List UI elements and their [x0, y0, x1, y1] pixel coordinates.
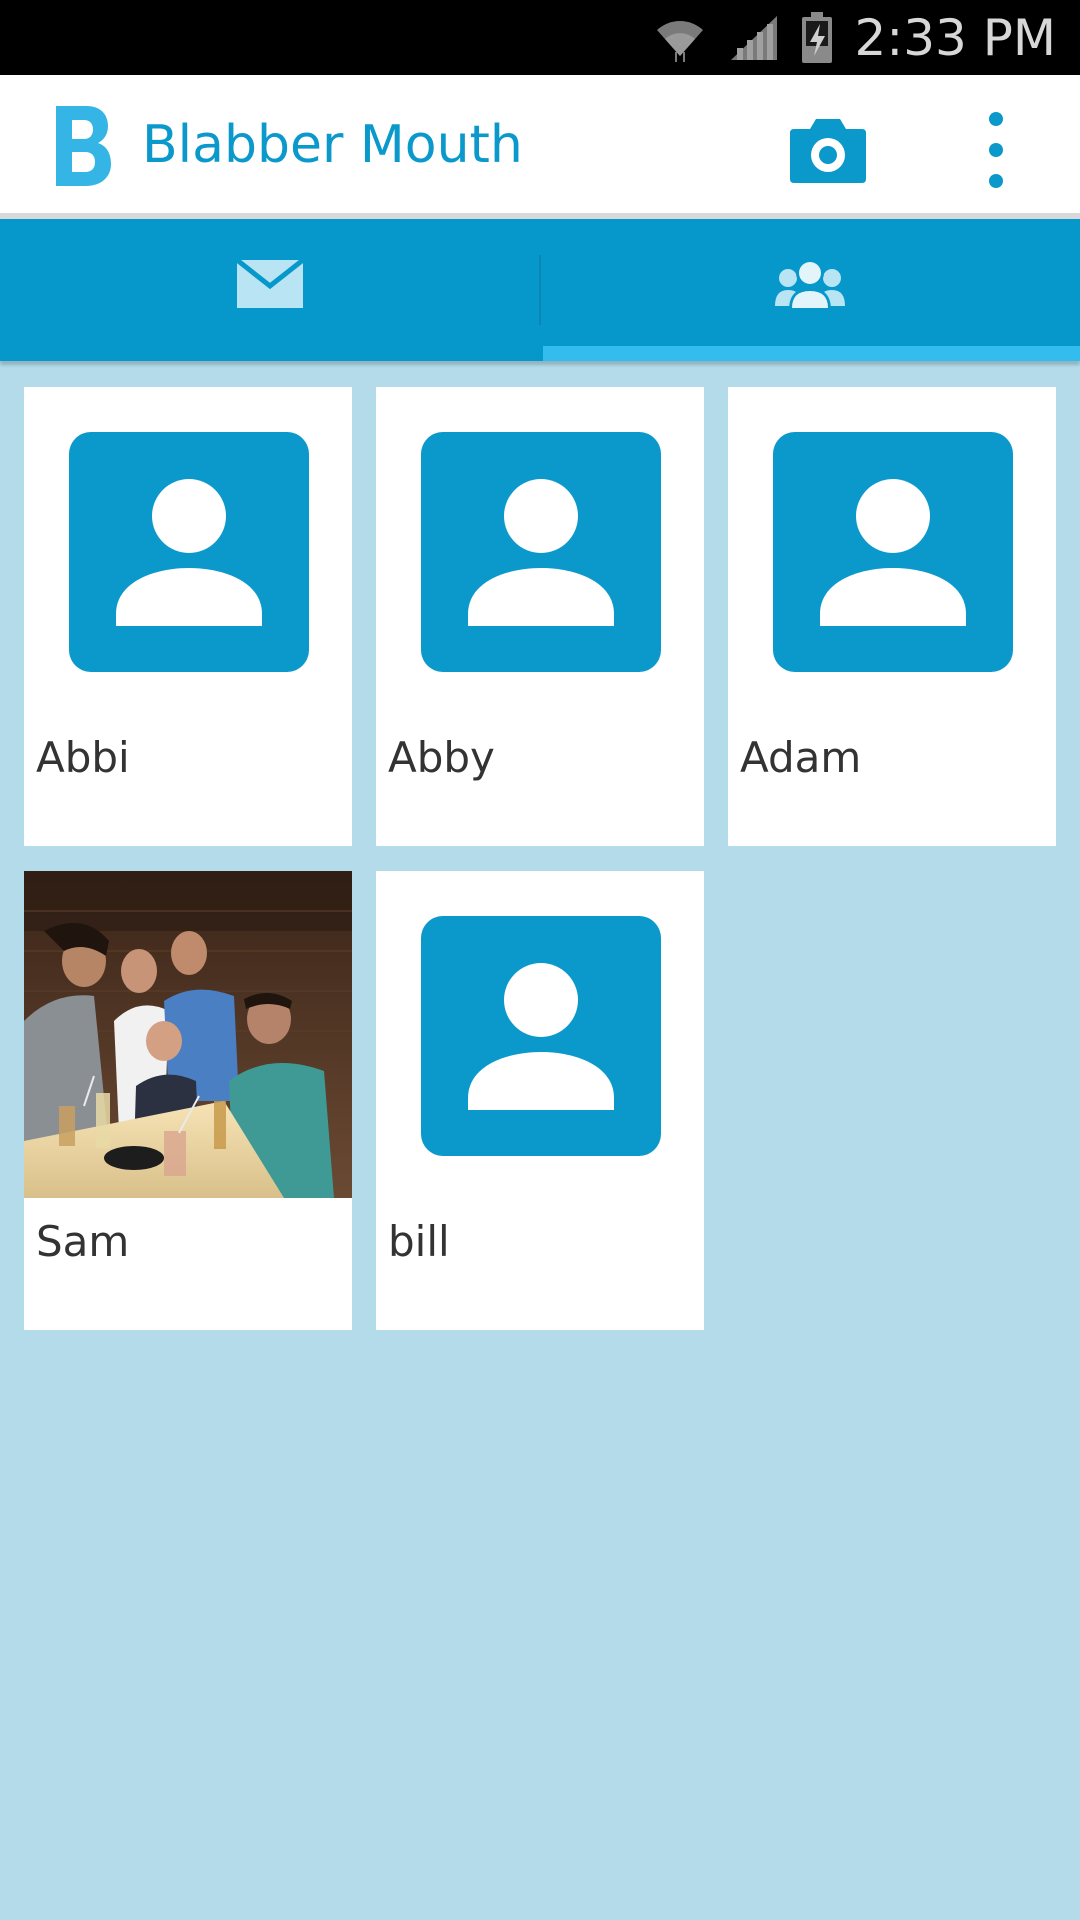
app-bar: Blabber Mouth [0, 75, 1080, 219]
default-person-icon [69, 432, 309, 672]
app-logo [56, 106, 111, 186]
tab-selected-indicator [543, 346, 1080, 361]
contact-card[interactable]: Sam [24, 871, 352, 1330]
contacts-group-icon [775, 259, 845, 310]
default-person-icon [421, 432, 661, 672]
battery-charging-icon [801, 11, 832, 63]
tab-messages-icon-wrap [0, 219, 540, 349]
default-person-icon [421, 916, 661, 1156]
contact-name: Adam [740, 733, 862, 782]
contact-name: bill [388, 1217, 450, 1266]
wifi-icon [656, 20, 703, 62]
contact-card[interactable]: Abby [376, 387, 704, 846]
contact-card[interactable]: Abbi [24, 387, 352, 846]
contact-card[interactable]: bill [376, 871, 704, 1330]
tab-bar [0, 219, 1080, 361]
tab-messages[interactable] [0, 219, 540, 361]
tab-contacts-icon-wrap [540, 219, 1080, 349]
contact-photo [24, 871, 352, 1198]
contact-name: Abby [388, 733, 495, 782]
contact-card[interactable]: Adam [728, 387, 1056, 846]
status-bar: 2:33 PM [0, 0, 1080, 75]
status-icons: 2:33 PM [653, 0, 1056, 75]
tab-contacts[interactable] [540, 219, 1080, 361]
camera-icon[interactable] [788, 115, 868, 185]
status-time: 2:33 PM [854, 8, 1056, 67]
envelope-icon [237, 260, 303, 308]
contact-name: Sam [36, 1217, 130, 1266]
contact-name: Abbi [36, 733, 130, 782]
signal-icon [730, 15, 777, 60]
overflow-menu-icon[interactable] [975, 105, 1017, 195]
app-title: Blabber Mouth [142, 115, 523, 175]
default-person-icon [773, 432, 1013, 672]
